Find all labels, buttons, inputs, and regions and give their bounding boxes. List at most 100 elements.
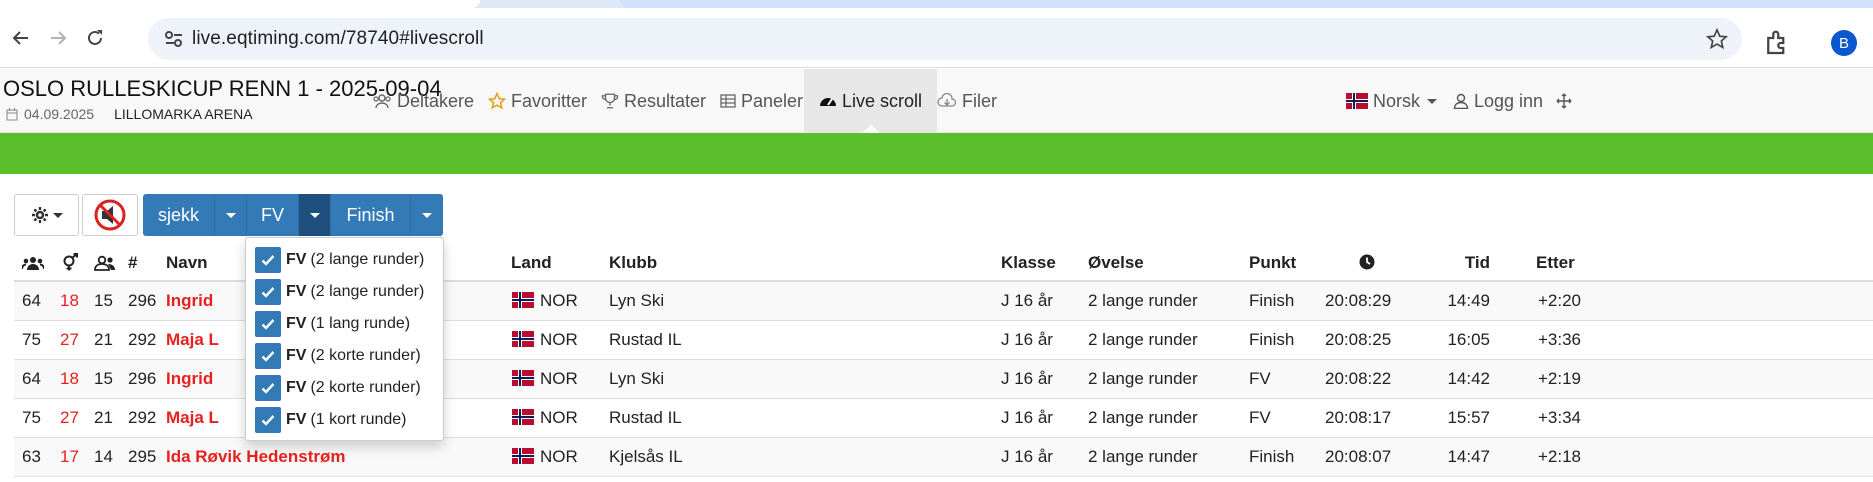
fullscreen-button[interactable] xyxy=(1556,69,1577,133)
athlete-name[interactable]: Ida Røvik Hedenstrøm xyxy=(166,438,346,476)
class-name: J 16 år xyxy=(1001,369,1053,388)
nav-deltakere[interactable]: Deltakere xyxy=(372,69,474,133)
timing-point: FV xyxy=(1249,408,1271,427)
extensions-icon[interactable] xyxy=(1762,28,1792,58)
col-country[interactable]: Land xyxy=(511,244,552,282)
club-name: Kjelsås IL xyxy=(609,447,683,466)
bookmark-star-icon[interactable] xyxy=(1706,28,1728,50)
col-name[interactable]: Navn xyxy=(166,244,208,282)
trophy-icon xyxy=(601,93,619,109)
language-selector[interactable]: Norsk xyxy=(1346,69,1438,133)
nav-label: Resultater xyxy=(624,90,707,111)
forward-button[interactable] xyxy=(43,23,73,53)
table-row[interactable]: 63 17 14 295 Ida Røvik Hedenstrøm NOR Kjelsås … xyxy=(14,438,1873,477)
race-time: 15:57 xyxy=(1447,408,1490,427)
mute-button[interactable] xyxy=(82,194,138,236)
bib-number: 292 xyxy=(128,330,157,349)
gender-rank: 18 xyxy=(60,369,79,388)
dropdown-item[interactable]: FV (2 lange runder) xyxy=(246,244,443,276)
checkmark-icon xyxy=(261,351,275,362)
reload-button[interactable] xyxy=(80,23,110,53)
checkbox-checked-icon[interactable] xyxy=(255,407,281,433)
col-behind[interactable]: Etter xyxy=(1536,244,1575,282)
dropdown-item-code: FV xyxy=(286,283,307,300)
tab-strip-background xyxy=(620,0,1873,8)
calendar-icon xyxy=(6,107,18,120)
gender-icon xyxy=(63,253,78,271)
active-tab[interactable] xyxy=(0,0,480,8)
filter-sjekk-label: sjekk xyxy=(157,204,199,225)
checkbox-checked-icon[interactable] xyxy=(255,343,281,369)
filter-button-group: sjekk FV Finish xyxy=(143,194,443,236)
fv-dropdown-menu: FV (2 lange runder) FV (2 lange runder) FV (1… xyxy=(245,237,444,441)
club-name: Lyn Ski xyxy=(609,291,665,310)
nav-paneler[interactable]: Paneler xyxy=(720,69,803,133)
filter-finish-button[interactable]: Finish xyxy=(331,194,411,236)
col-bib[interactable]: # xyxy=(128,244,137,282)
site-settings-icon[interactable] xyxy=(162,27,186,51)
checkbox-checked-icon[interactable] xyxy=(255,247,281,273)
col-event[interactable]: Øvelse xyxy=(1088,244,1144,282)
filter-fv-label: FV xyxy=(260,204,284,225)
nav-label: Favoritter xyxy=(511,90,588,111)
back-button[interactable] xyxy=(6,23,36,53)
filter-sjekk-button[interactable]: sjekk xyxy=(143,194,215,236)
address-bar[interactable]: live.eqtiming.com/78740#livescroll xyxy=(148,18,1742,60)
norway-flag-icon xyxy=(512,409,534,425)
gender-rank: 27 xyxy=(60,408,79,427)
col-clock[interactable] xyxy=(1359,244,1375,282)
dropdown-item-code: FV xyxy=(286,347,307,364)
nav-live-scroll[interactable]: Live scroll xyxy=(804,69,938,134)
col-time[interactable]: Tid xyxy=(1414,244,1490,282)
col-group-icon[interactable] xyxy=(21,244,45,282)
checkmark-icon xyxy=(261,383,275,394)
club-name: Rustad IL xyxy=(609,408,682,427)
nav-resultater[interactable]: Resultater xyxy=(601,69,706,133)
time-behind: +2:19 xyxy=(1538,369,1582,388)
nav-favoritter[interactable]: Favoritter xyxy=(488,69,587,133)
checkbox-checked-icon[interactable] xyxy=(255,375,281,401)
athlete-name[interactable]: Ingrid xyxy=(166,360,213,398)
settings-button[interactable] xyxy=(14,194,79,236)
reload-icon xyxy=(88,30,102,45)
country-cell: NOR xyxy=(511,399,578,437)
users-icon xyxy=(21,257,45,270)
url-text[interactable]: live.eqtiming.com/78740#livescroll xyxy=(192,28,484,50)
chevron-down-icon xyxy=(309,212,320,218)
nav-label: Filer xyxy=(962,90,997,111)
dropdown-item[interactable]: FV (1 kort runde) xyxy=(246,404,443,436)
col-class[interactable]: Klasse xyxy=(1001,244,1056,282)
dropdown-item[interactable]: FV (2 korte runder) xyxy=(246,340,443,372)
filter-finish-dropdown-toggle[interactable] xyxy=(411,194,443,236)
checkbox-checked-icon[interactable] xyxy=(255,311,281,337)
language-label: Norsk xyxy=(1373,90,1421,111)
col-point[interactable]: Punkt xyxy=(1249,244,1296,282)
login-link[interactable]: Logg inn xyxy=(1453,69,1543,133)
filter-fv-button[interactable]: FV xyxy=(247,194,299,236)
filter-sjekk-dropdown-toggle[interactable] xyxy=(215,194,247,236)
nav-label: Live scroll xyxy=(842,90,923,111)
chevron-down-icon xyxy=(422,212,432,218)
profile-avatar[interactable]: B xyxy=(1831,30,1857,56)
athlete-name[interactable]: Maja L xyxy=(166,399,219,437)
dropdown-item[interactable]: FV (2 lange runder) xyxy=(246,276,443,308)
col-club[interactable]: Klubb xyxy=(609,244,657,282)
filter-fv-dropdown-toggle[interactable] xyxy=(299,194,331,236)
col-class-icon[interactable] xyxy=(94,244,116,282)
race-time: 14:47 xyxy=(1447,447,1490,466)
dropdown-item[interactable]: FV (1 lang runde) xyxy=(246,308,443,340)
athlete-name[interactable]: Maja L xyxy=(166,321,219,359)
group-rank: 64 xyxy=(22,291,41,310)
athlete-name[interactable]: Ingrid xyxy=(166,282,213,320)
nav-label: Paneler xyxy=(741,90,804,111)
class-name: J 16 år xyxy=(1001,330,1053,349)
group-rank: 63 xyxy=(22,447,41,466)
nav-filer[interactable]: Filer xyxy=(937,69,997,133)
norway-flag-icon xyxy=(512,292,534,308)
dropdown-item[interactable]: FV (2 korte runder) xyxy=(246,372,443,404)
checkmark-icon xyxy=(261,319,275,330)
event-date: 04.09.2025 xyxy=(24,106,95,122)
col-gender-icon[interactable] xyxy=(61,244,81,282)
checkbox-checked-icon[interactable] xyxy=(255,279,281,305)
time-behind: +3:36 xyxy=(1538,330,1582,349)
